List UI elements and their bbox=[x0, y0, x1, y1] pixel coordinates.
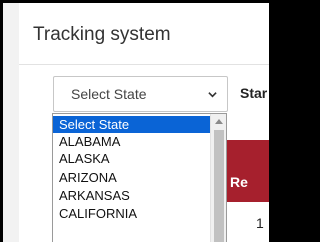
scroll-up-arrow-icon[interactable] bbox=[215, 119, 223, 124]
state-dropdown-list[interactable]: Select State ALABAMA ALASKA ARIZONA ARKA… bbox=[52, 113, 227, 242]
start-field-label: Star bbox=[240, 85, 268, 101]
state-select[interactable]: Select State bbox=[53, 76, 228, 112]
page-title: Tracking system bbox=[33, 24, 171, 45]
option-select-state[interactable]: Select State bbox=[53, 116, 210, 133]
chevron-down-icon bbox=[208, 92, 217, 98]
scrollbar-thumb[interactable] bbox=[214, 130, 224, 242]
screenshot-frame: Tracking system Select State Star Re 1 S… bbox=[0, 0, 269, 242]
left-margin bbox=[3, 3, 19, 242]
table-cell: 1 bbox=[256, 215, 264, 231]
option-arkansas[interactable]: ARKANSAS bbox=[53, 187, 210, 204]
option-arizona[interactable]: ARIZONA bbox=[53, 169, 210, 186]
option-california[interactable]: CALIFORNIA bbox=[53, 205, 210, 222]
title-divider bbox=[19, 64, 269, 65]
state-select-value: Select State bbox=[71, 86, 147, 102]
dropdown-scrollbar[interactable] bbox=[210, 114, 226, 242]
option-alaska[interactable]: ALASKA bbox=[53, 150, 210, 167]
option-alabama[interactable]: ALABAMA bbox=[53, 133, 210, 150]
table-header-cell: Re bbox=[230, 174, 248, 190]
